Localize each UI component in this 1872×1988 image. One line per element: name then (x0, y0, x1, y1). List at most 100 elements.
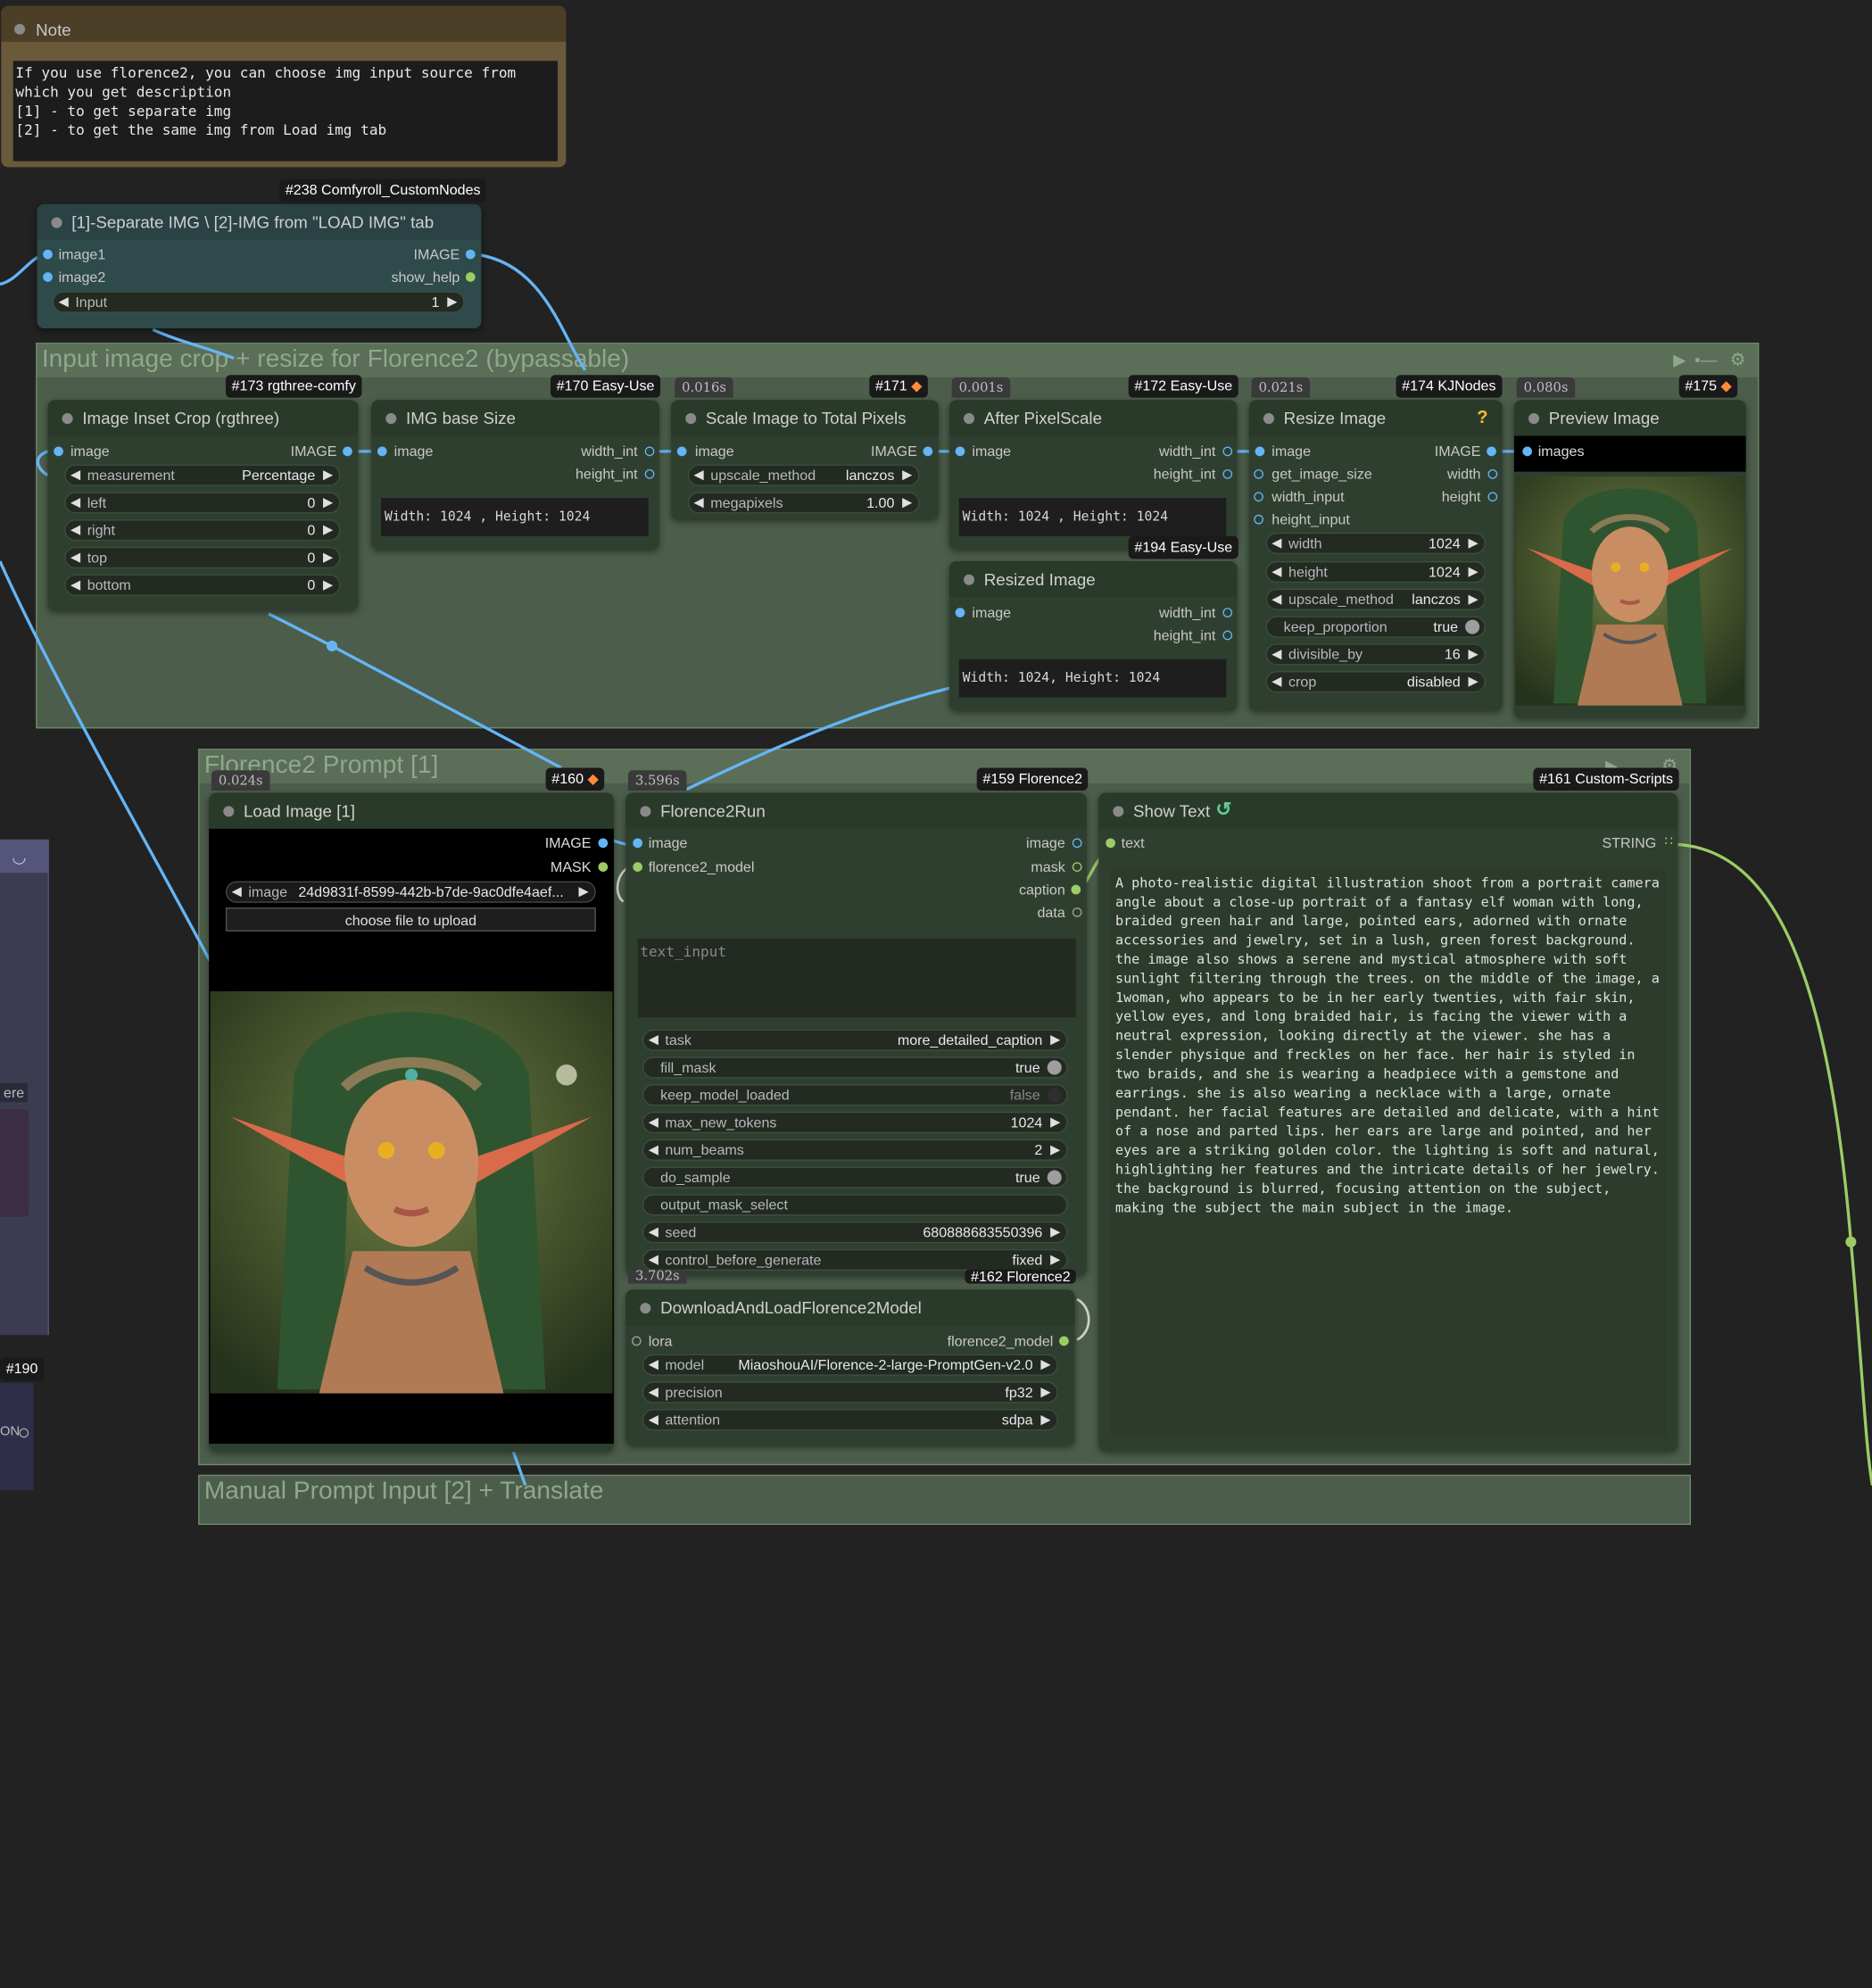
max-new-tokens-widget[interactable]: ◀ max_new_tokens 1024 ▶ (642, 1111, 1068, 1134)
node-collapse-dot[interactable] (964, 574, 975, 585)
input-height-input[interactable]: height_input (1271, 511, 1350, 528)
input-select-widget[interactable]: ◀ Input 1 ▶ (52, 291, 465, 313)
output-width-int[interactable]: width_int (1159, 443, 1215, 460)
precision-widget[interactable]: ◀ precision fp32 ▶ (642, 1381, 1058, 1404)
task-widget[interactable]: ◀ task more_detailed_caption ▶ (642, 1029, 1068, 1051)
keep-model-loaded-toggle[interactable]: keep_model_loaded false (642, 1084, 1068, 1106)
seed-widget[interactable]: ◀ seed 680888683550396 ▶ (642, 1222, 1068, 1244)
fill-mask-toggle[interactable]: fill_mask true (642, 1056, 1068, 1079)
output-show-help[interactable]: show_help (391, 269, 460, 286)
show-text-node[interactable]: Show Text ↺ text STRING ∷ A photo-realis… (1098, 792, 1678, 1452)
output-string[interactable]: STRING (1603, 834, 1657, 851)
control-before-generate-widget[interactable]: ◀ control_before_generate fixed ▶ (642, 1248, 1068, 1271)
node-graph-canvas[interactable]: Note If you use florence2, you can choos… (0, 0, 1872, 1988)
increment-icon[interactable]: ▶ (447, 294, 457, 310)
show-text-title: Show Text (1133, 800, 1211, 821)
switch-node[interactable]: [1]-Separate IMG \ [2]-IMG from "LOAD IM… (37, 203, 482, 329)
output-image[interactable]: IMAGE (871, 443, 917, 460)
output-florence2-model[interactable]: florence2_model (948, 1333, 1054, 1350)
output-mask[interactable]: MASK (551, 858, 592, 875)
choose-file-button[interactable]: choose file to upload (225, 907, 596, 932)
right-widget[interactable]: ◀ right 0 ▶ (64, 519, 341, 542)
list-output-icon[interactable]: ∷ (1665, 833, 1673, 849)
input-images[interactable]: images (1538, 443, 1585, 460)
do-sample-toggle[interactable]: do_sample true (642, 1166, 1068, 1189)
node-collapse-dot[interactable] (1528, 413, 1540, 425)
image-filename-widget[interactable]: ◀ image 24d9831f-8599-442b-b7de-9ac0dfe4ae… (225, 881, 596, 903)
height-widget[interactable]: ◀ height 1024 ▶ (1265, 561, 1486, 584)
after-pixelscale-time: 0.001s (951, 377, 1011, 398)
node-collapse-dot[interactable] (51, 217, 62, 228)
output-image[interactable]: IMAGE (413, 246, 460, 263)
input-lora[interactable]: lora (649, 1333, 673, 1350)
node-collapse-dot[interactable] (223, 806, 235, 817)
input-florence2-model[interactable]: florence2_model (649, 858, 755, 875)
input-image[interactable]: image (972, 604, 1011, 621)
scale-total-node[interactable]: Scale Image to Total Pixels image IMAGE … (671, 400, 939, 520)
output-image[interactable]: IMAGE (291, 443, 337, 460)
node-collapse-dot[interactable] (685, 413, 697, 425)
node-collapse-dot[interactable] (1263, 413, 1274, 425)
output-image[interactable]: IMAGE (545, 834, 592, 851)
inset-crop-node[interactable]: Image Inset Crop (rgthree) image IMAGE ◀… (47, 400, 359, 610)
input-image[interactable]: image (972, 443, 1011, 460)
output-width-int[interactable]: width_int (1159, 604, 1215, 621)
output-image[interactable]: IMAGE (1435, 443, 1481, 460)
input-text[interactable]: text (1122, 834, 1145, 851)
output-data[interactable]: data (1038, 904, 1065, 921)
input-image[interactable]: image (394, 443, 434, 460)
top-widget[interactable]: ◀ top 0 ▶ (64, 546, 341, 569)
keep-proportion-toggle[interactable]: keep_proportion true (1265, 616, 1486, 638)
crop-widget[interactable]: ◀ crop disabled ▶ (1265, 671, 1486, 693)
model-widget[interactable]: ◀ model MiaoshouAI/Florence-2-large-Prompt… (642, 1354, 1058, 1376)
download-model-node[interactable]: DownloadAndLoadFlorence2Model lora flore… (625, 1289, 1075, 1445)
node-collapse-dot[interactable] (62, 413, 73, 425)
output-image[interactable]: image (1026, 834, 1065, 851)
preview-image-node[interactable]: Preview Image images (1513, 400, 1746, 718)
help-icon[interactable]: ? (1477, 407, 1487, 427)
width-widget[interactable]: ◀ width 1024 ▶ (1265, 532, 1486, 554)
input-get-image-size[interactable]: get_image_size (1271, 466, 1372, 483)
generated-caption-text[interactable]: A photo-realistic digital illustration s… (1110, 869, 1666, 1438)
output-height[interactable]: height (1442, 488, 1481, 505)
output-mask[interactable]: mask (1031, 858, 1064, 875)
bottom-widget[interactable]: ◀ bottom 0 ▶ (64, 574, 341, 596)
scale-total-time: 0.016s (675, 377, 733, 398)
input-image2[interactable]: image2 (59, 269, 106, 286)
node-collapse-dot[interactable] (640, 806, 651, 817)
output-mask-select-field[interactable]: output_mask_select (642, 1194, 1068, 1216)
input-image[interactable]: image (1271, 443, 1311, 460)
node-collapse-dot[interactable] (1113, 806, 1124, 817)
node-collapse-dot[interactable] (640, 1303, 651, 1314)
florence-run-node[interactable]: Florence2Run image florence2_model image… (625, 792, 1087, 1276)
num-beams-widget[interactable]: ◀ num_beams 2 ▶ (642, 1139, 1068, 1161)
resize-image-node[interactable]: Resize Image ? image get_image_size widt… (1248, 400, 1503, 711)
measurement-widget[interactable]: ◀ measurement Percentage ▶ (64, 464, 341, 486)
input-width-input[interactable]: width_input (1271, 488, 1344, 505)
output-width[interactable]: width (1447, 466, 1480, 483)
input-image[interactable]: image (70, 443, 110, 460)
output-caption[interactable]: caption (1019, 882, 1065, 899)
output-height-int[interactable]: height_int (1154, 627, 1216, 644)
megapixels-widget[interactable]: ◀ megapixels 1.00 ▶ (687, 492, 920, 514)
input-image1[interactable]: image1 (59, 246, 106, 263)
upscale-method-widget[interactable]: ◀ upscale_method lanczos ▶ (1265, 588, 1486, 610)
input-image[interactable]: image (695, 443, 734, 460)
attention-widget[interactable]: ◀ attention sdpa ▶ (642, 1409, 1058, 1431)
divisible-by-widget[interactable]: ◀ divisible_by 16 ▶ (1265, 643, 1486, 666)
node-collapse-dot[interactable] (964, 413, 975, 425)
decrement-icon[interactable]: ◀ (59, 294, 69, 310)
after-pixelscale-node[interactable]: After PixelScale image width_int height_… (948, 400, 1238, 550)
output-width-int[interactable]: width_int (581, 443, 637, 460)
output-height-int[interactable]: height_int (1154, 466, 1216, 483)
text-input-field[interactable]: text_input (637, 938, 1076, 1018)
output-height-int[interactable]: height_int (576, 466, 638, 483)
node-collapse-dot[interactable] (385, 413, 397, 425)
resized-image-node[interactable]: Resized Image image width_int height_int… (948, 561, 1238, 711)
load-image-node[interactable]: Load Image [1] IMAGE MASK ◀ image 24d9831f… (209, 792, 614, 1452)
img-base-size-node[interactable]: IMG base Size image width_int height_int… (371, 400, 659, 550)
upscale-method-widget[interactable]: ◀ upscale_method lanczos ▶ (687, 464, 920, 486)
scale-total-badge: #171 ◆ (869, 375, 929, 398)
left-widget[interactable]: ◀ left 0 ▶ (64, 492, 341, 514)
input-image[interactable]: image (649, 834, 688, 851)
